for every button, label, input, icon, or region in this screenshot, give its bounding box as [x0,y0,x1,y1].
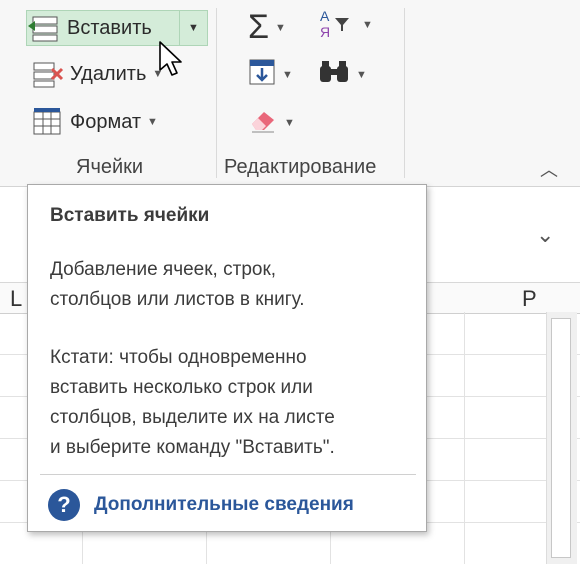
column-header-p[interactable]: P [522,286,537,312]
sort-filter-icon: А Я [318,8,356,40]
cells-group-label: Ячейки [76,156,144,178]
editing-group-label: Редактирование [224,156,377,178]
help-icon: ? [48,489,80,521]
tooltip-divider [40,474,416,475]
tooltip-help-link[interactable]: ? Дополнительные сведения [48,489,354,521]
tooltip-tip: Кстати: чтобы одновременно вставить неск… [50,347,335,458]
delete-label: Удалить [70,62,147,85]
column-header-l[interactable]: L [10,286,22,312]
fill-button[interactable]: ▼ [248,58,293,91]
sigma-icon: Σ [248,8,270,46]
expand-formula-bar-icon[interactable]: ⌄ [536,222,554,248]
format-cells-icon [30,108,64,136]
find-select-dropdown-arrow[interactable]: ▼ [356,69,367,81]
ribbon: Вставить ▼ Удалить ▼ Формат ▼ Ячейки Σ ▼… [0,0,580,187]
fill-down-icon [248,58,276,91]
format-label: Формат [70,110,142,133]
clear-dropdown-arrow[interactable]: ▼ [284,117,295,129]
insert-cells-tooltip: Вставить ячейки Добавление ячеек, строк,… [27,184,427,532]
fill-dropdown-arrow[interactable]: ▼ [282,69,293,81]
sort-letter-bottom: Я [320,24,331,40]
insert-cells-icon [27,14,61,42]
autosum-dropdown-arrow[interactable]: ▼ [275,22,286,34]
sort-letter-top: А [320,8,330,24]
sort-filter-button[interactable]: А Я ▼ [318,8,373,40]
mouse-pointer-icon [158,40,184,83]
tooltip-description: Добавление ячеек, строк, столбцов или ли… [50,259,305,310]
delete-cells-icon [30,60,64,88]
delete-button[interactable]: Удалить ▼ [30,56,163,92]
autosum-button[interactable]: Σ ▼ [248,8,286,47]
more-info-link[interactable]: Дополнительные сведения [94,494,354,516]
sort-filter-dropdown-arrow[interactable]: ▼ [362,19,373,31]
grid-line [464,312,465,564]
group-divider [216,8,217,178]
format-button[interactable]: Формат ▼ [30,104,158,140]
scrollbar-thumb[interactable] [551,318,571,558]
eraser-icon [248,106,278,139]
group-divider [404,8,405,178]
clear-button[interactable]: ▼ [248,106,295,139]
binoculars-icon [318,60,350,89]
find-select-button[interactable]: ▼ [318,60,367,89]
collapse-ribbon-icon[interactable]: ︿ [540,156,558,182]
tooltip-title: Вставить ячейки [50,205,210,226]
format-dropdown-arrow[interactable]: ▼ [147,116,158,128]
insert-label: Вставить [67,16,152,39]
